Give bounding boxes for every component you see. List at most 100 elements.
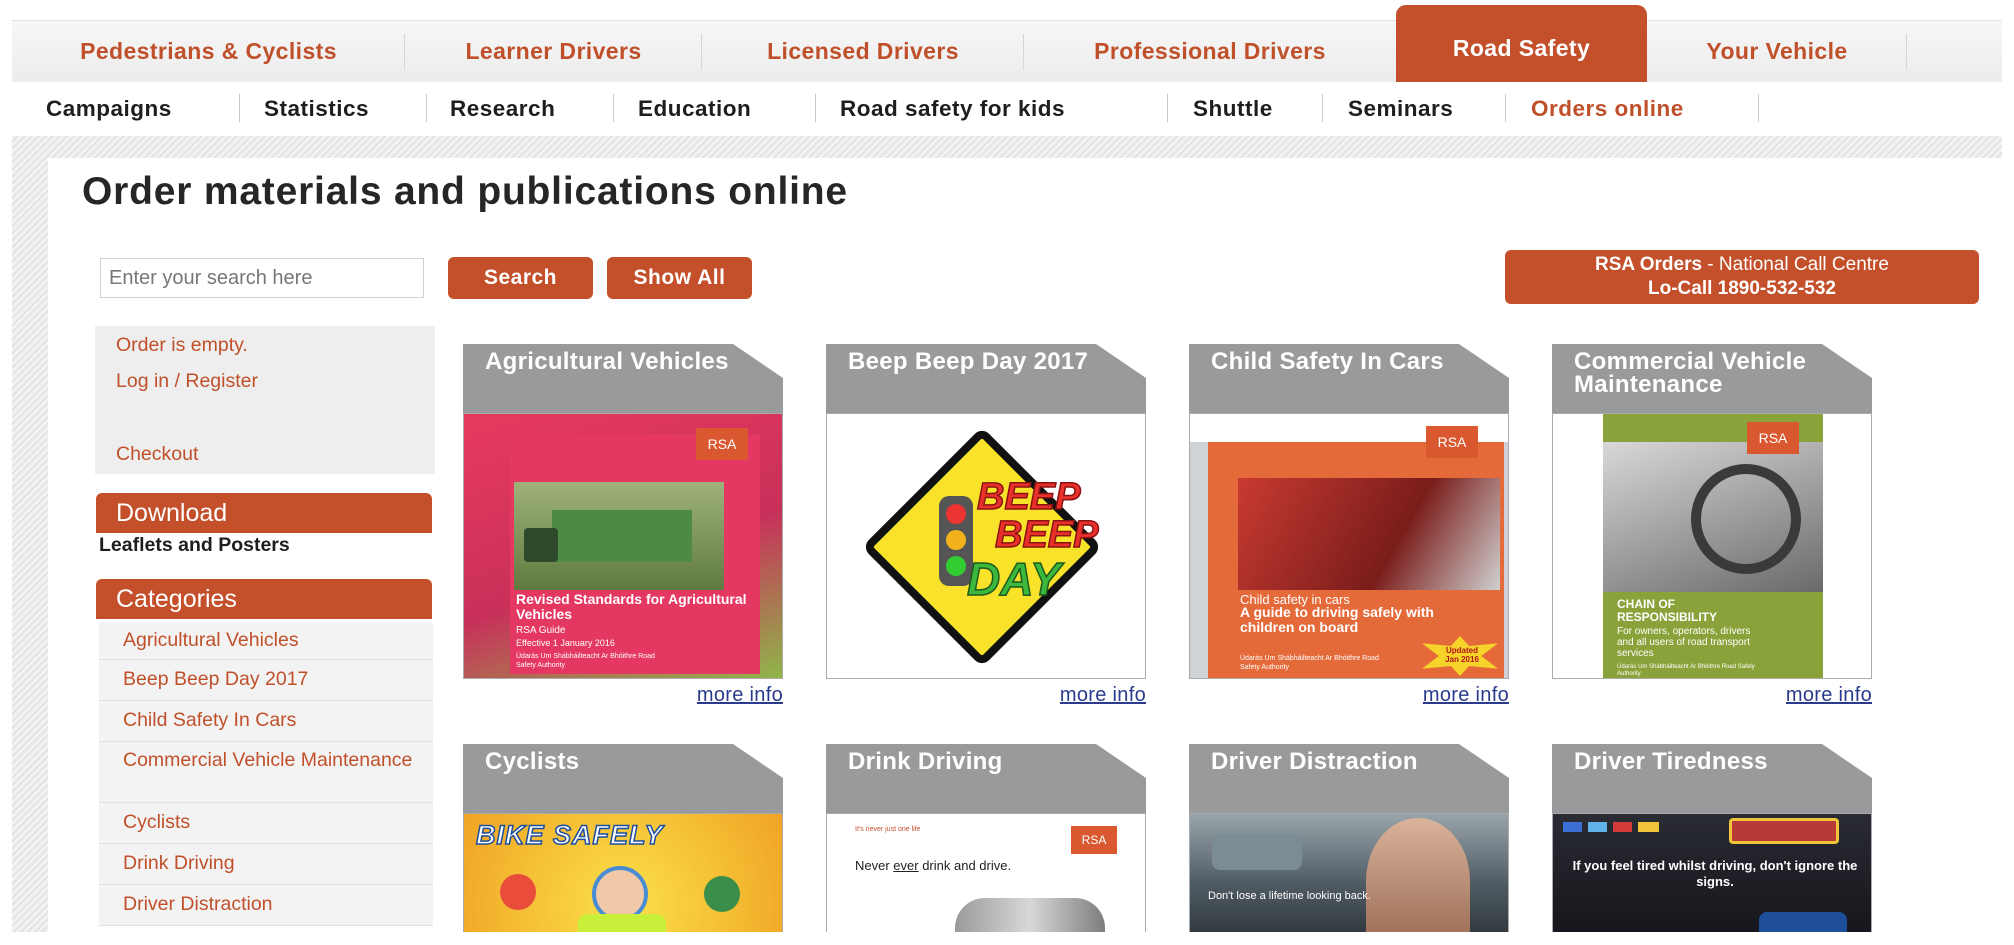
subnav-statistics[interactable]: Statistics [264, 96, 369, 122]
cover-subheading: For owners, operators, drivers and all u… [1617, 626, 1751, 659]
tab-licensed-drivers[interactable]: Licensed Drivers [702, 20, 1024, 82]
category-commercial-vehicle[interactable]: Commercial Vehicle Maintenance [99, 742, 433, 803]
subnav-divider [239, 94, 240, 122]
more-info-link[interactable]: more info [697, 684, 783, 707]
tab-your-vehicle[interactable]: Your Vehicle [1647, 20, 1907, 82]
red-light [946, 504, 966, 524]
category-list: Agricultural Vehicles Beep Beep Day 2017… [99, 622, 433, 926]
rsa-logo-icon: RSA [1426, 426, 1478, 458]
tab-professional-drivers[interactable]: Professional Drivers [1024, 20, 1396, 82]
tractor-cab-shape [524, 528, 558, 562]
category-child-safety[interactable]: Child Safety In Cars [99, 701, 433, 742]
cover-heading: CHAIN OF RESPONSIBILITY [1617, 597, 1718, 624]
cover-heading: BIKE SAFELY [475, 819, 664, 851]
subnav-seminars[interactable]: Seminars [1348, 96, 1453, 122]
product-image[interactable]: Don't lose a lifetime looking back. [1189, 813, 1509, 943]
product-card[interactable]: Cyclists BIKE SAFELY [463, 744, 783, 943]
steering-wheel-photo [1603, 442, 1823, 592]
checkout-link[interactable]: Checkout [116, 443, 198, 466]
product-card[interactable]: Driver Distraction Don't lose a lifetime… [1189, 744, 1509, 943]
subnav-orders-online[interactable]: Orders online [1531, 96, 1684, 122]
subnav-divider [426, 94, 427, 122]
tab-road-safety[interactable]: Road Safety [1396, 5, 1647, 82]
page-title: Order materials and publications online [82, 170, 848, 213]
categories-header: Categories [96, 579, 432, 619]
category-cyclists[interactable]: Cyclists [99, 803, 433, 844]
more-info-link[interactable]: more info [1423, 684, 1509, 707]
more-info-link[interactable]: more info [1060, 684, 1146, 707]
product-image[interactable]: BEEP BEEP DAY [826, 413, 1146, 679]
subnav-divider [1758, 94, 1759, 122]
badge-icon [704, 876, 740, 912]
product-image[interactable]: RSA It's never just one life Never ever … [826, 813, 1146, 943]
search-input[interactable] [100, 258, 424, 298]
card-title[interactable]: Cyclists [485, 750, 747, 813]
card-title[interactable]: Drink Driving [848, 750, 1110, 813]
product-card[interactable]: Child Safety In Cars RSA Child safety in… [1189, 344, 1509, 707]
call-centre-desc: - National Call Centre [1702, 254, 1889, 275]
product-card[interactable]: Drink Driving RSA It's never just one li… [826, 744, 1146, 943]
cover-org: Údarás Um Shábháilteacht Ar Bhóithre Roa… [1617, 664, 1755, 677]
cover-heading: Revised Standards for Agricultural Vehic… [516, 591, 747, 622]
product-card[interactable]: Driver Tiredness If you feel tired whils… [1552, 744, 1872, 943]
order-status: Order is empty. [116, 334, 248, 356]
amber-light [946, 530, 966, 550]
subnav-divider [1167, 94, 1168, 122]
rsa-logo-icon: RSA [696, 428, 748, 460]
tab-learner-drivers[interactable]: Learner Drivers [405, 20, 702, 82]
more-info-link[interactable]: more info [1786, 684, 1872, 707]
call-centre-label: RSA Orders [1595, 254, 1703, 275]
product-image[interactable]: RSA Child safety in cars A guide to driv… [1189, 413, 1509, 679]
card-title[interactable]: Beep Beep Day 2017 [848, 350, 1110, 413]
tractor-photo [514, 482, 724, 590]
product-card[interactable]: Commercial Vehicle Maintenance RSA CHAIN… [1552, 344, 1872, 707]
green-light [946, 556, 966, 576]
rsa-logo-icon: RSA [1747, 422, 1799, 454]
woman-photo [1366, 818, 1470, 943]
cover-subheading: A guide to driving safely with children … [1240, 604, 1434, 635]
subnav-road-safety-for-kids[interactable]: Road safety for kids [840, 96, 1065, 122]
product-image[interactable]: If you feel tired whilst driving, don't … [1552, 813, 1872, 943]
leaflets-posters-link[interactable]: Leaflets and Posters [99, 534, 290, 557]
child-seat-photo [1238, 478, 1500, 590]
subnav-research[interactable]: Research [450, 96, 555, 122]
rsa-logo-icon: RSA [1071, 826, 1117, 854]
category-beep-beep-day[interactable]: Beep Beep Day 2017 [99, 660, 433, 701]
top-nav: Pedestrians & Cyclists Learner Drivers L… [12, 4, 2002, 82]
car-photo [1212, 834, 1302, 870]
subnav-campaigns[interactable]: Campaigns [46, 96, 172, 122]
updated-badge-text: Updated Jan 2016 [1445, 646, 1479, 664]
beep-word-1: BEEP [976, 475, 1081, 519]
sub-nav: Campaigns Statistics Research Education … [12, 82, 2002, 134]
card-title[interactable]: Driver Distraction [1211, 750, 1473, 813]
card-title[interactable]: Commercial Vehicle Maintenance [1574, 350, 1836, 413]
tab-pedestrians-cyclists[interactable]: Pedestrians & Cyclists [12, 20, 405, 82]
product-card[interactable]: Beep Beep Day 2017 BEEP BEEP DAY more in… [826, 344, 1146, 707]
product-image[interactable]: RSA Revised Standards for Agricultural V… [463, 413, 783, 679]
subnav-shuttle[interactable]: Shuttle [1193, 96, 1273, 122]
cover-note: Effective 1 January 2016 [516, 638, 615, 648]
card-title[interactable]: Child Safety In Cars [1211, 350, 1473, 413]
show-all-button[interactable]: Show All [607, 257, 752, 299]
day-word: DAY [966, 552, 1061, 606]
cover-org: Údarás Um Shábháilteacht Ar Bhóithre Roa… [1240, 655, 1379, 671]
subnav-divider [613, 94, 614, 122]
product-image[interactable]: BIKE SAFELY [463, 813, 783, 943]
category-agricultural-vehicles[interactable]: Agricultural Vehicles [99, 622, 433, 660]
product-card[interactable]: Agricultural Vehicles RSA Revised Standa… [463, 344, 783, 707]
cover-heading-start: Never [855, 858, 894, 873]
steering-wheel-icon [1691, 464, 1801, 574]
category-driver-distraction[interactable]: Driver Distraction [99, 885, 433, 926]
cover-heading: If you feel tired whilst driving, don't … [1572, 858, 1858, 889]
card-title[interactable]: Driver Tiredness [1574, 750, 1836, 813]
login-register-link[interactable]: Log in / Register [116, 370, 258, 393]
cover-tagline: It's never just one life [855, 826, 921, 833]
subnav-education[interactable]: Education [638, 96, 751, 122]
trailer-shape [552, 510, 692, 562]
warning-sign-icon [1729, 818, 1839, 844]
card-title[interactable]: Agricultural Vehicles [485, 350, 747, 413]
category-drink-driving[interactable]: Drink Driving [99, 844, 433, 885]
product-image[interactable]: RSA CHAIN OF RESPONSIBILITY For owners, … [1552, 413, 1872, 679]
search-button[interactable]: Search [448, 257, 593, 299]
social-icons [1563, 822, 1659, 832]
